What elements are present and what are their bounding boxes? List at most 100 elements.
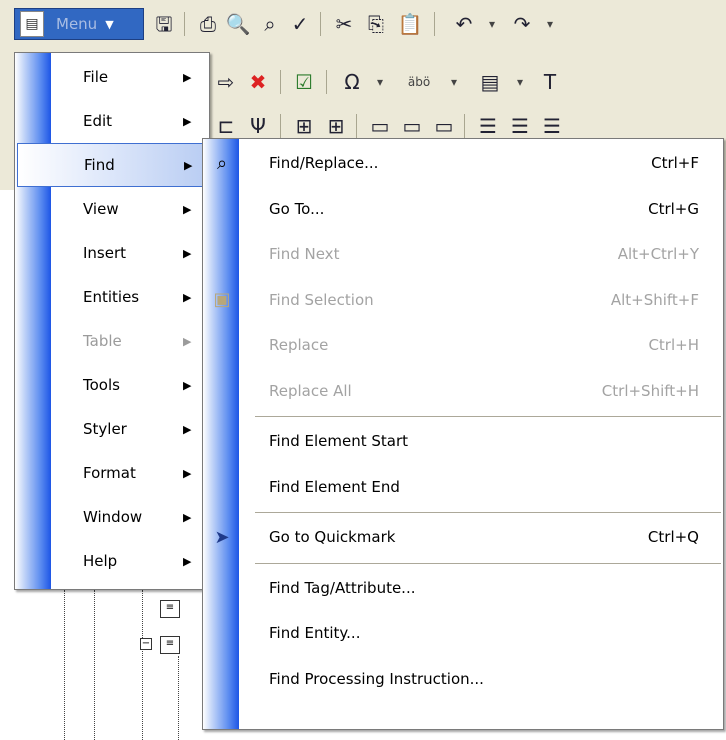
submenu-item-replace: Replace Ctrl+H xyxy=(203,323,723,367)
paste-icon[interactable]: 📋 xyxy=(396,10,424,38)
menu-item-format[interactable]: Format ▶ xyxy=(15,451,209,495)
table2-icon[interactable]: ⊞ xyxy=(322,112,350,140)
special-chars-icon[interactable]: äbö xyxy=(398,68,440,96)
menu-item-label: Insert xyxy=(83,244,127,262)
redo-dropdown-icon[interactable]: ▾ xyxy=(536,10,564,38)
shortcut-text: Alt+Shift+F xyxy=(610,290,699,309)
menu-item-label: Window xyxy=(83,508,143,526)
table-icon[interactable]: ⊞ xyxy=(290,112,318,140)
shortcut-text: Ctrl+Shift+H xyxy=(601,381,699,400)
toolbar-separator xyxy=(464,114,465,138)
shortcut-text: Ctrl+Q xyxy=(647,528,699,546)
submenu-arrow-icon: ▶ xyxy=(183,71,192,84)
submenu-item-go-to[interactable]: Go To... Ctrl+G xyxy=(203,187,723,231)
print-icon[interactable]: ⎙ xyxy=(194,10,222,38)
submenu-item-label: Find Element End xyxy=(269,477,400,496)
submenu-arrow-icon: ▶ xyxy=(183,555,192,568)
document-dropdown-icon[interactable]: ▾ xyxy=(506,68,534,96)
find-selection-icon: ▣ xyxy=(213,289,231,310)
shortcut-text: Ctrl+F xyxy=(651,154,699,172)
toolbar-separator xyxy=(280,114,281,138)
menu-item-tools[interactable]: Tools ▶ xyxy=(15,363,209,407)
join-icon[interactable]: Ψ xyxy=(244,112,272,140)
justify-icon[interactable]: ☰ xyxy=(474,112,502,140)
submenu-item-label: Find Next xyxy=(269,245,340,263)
menu-item-insert[interactable]: Insert ▶ xyxy=(15,231,209,275)
binoculars-icon: ⌕ xyxy=(216,152,228,174)
menu-item-find[interactable]: Find ▶ xyxy=(17,143,207,187)
tree-line xyxy=(178,656,179,740)
insert-element-icon[interactable]: ⇨ xyxy=(212,68,240,96)
menu-button[interactable]: ▤ Menu ▼ xyxy=(14,8,144,40)
document-icon: ▤ xyxy=(20,11,44,37)
menu-item-help[interactable]: Help ▶ xyxy=(15,539,209,583)
menu-item-label: Styler xyxy=(83,420,127,438)
symbol-omega-icon[interactable]: Ω xyxy=(338,68,366,96)
redo-icon[interactable]: ↷ xyxy=(508,10,536,38)
submenu-item-label: Find Element Start xyxy=(269,432,409,450)
menu-item-label: Edit xyxy=(83,112,113,130)
quickmark-icon: ➤ xyxy=(214,526,230,548)
menu-item-label: Help xyxy=(83,552,118,570)
menu-item-label: Table xyxy=(83,332,122,350)
menu-item-label: Find xyxy=(84,156,115,174)
tree-line xyxy=(142,590,143,740)
submenu-item-find-entity[interactable]: Find Entity... xyxy=(203,611,723,655)
copy-icon[interactable]: ⎘ xyxy=(362,10,390,38)
justify2-icon[interactable]: ☰ xyxy=(506,112,534,140)
toolbar-separator xyxy=(326,70,327,94)
undo-dropdown-icon[interactable]: ▾ xyxy=(478,10,506,38)
omega-dropdown-icon[interactable]: ▾ xyxy=(366,68,394,96)
delete-element-icon[interactable]: ✖ xyxy=(244,68,272,96)
align-left-icon[interactable]: ▭ xyxy=(366,112,394,140)
shortcut-text: Ctrl+H xyxy=(648,336,699,354)
submenu-item-find-element-end[interactable]: Find Element End xyxy=(203,465,723,509)
tree-node-icon[interactable]: ≡ xyxy=(160,636,180,654)
shortcut-text: Ctrl+G xyxy=(648,199,699,218)
submenu-item-find-processing-instruction[interactable]: Find Processing Instruction... xyxy=(203,657,723,701)
menu-item-entities[interactable]: Entities ▶ xyxy=(15,275,209,319)
toolbar-separator xyxy=(356,114,357,138)
submenu-item-find-tag-attribute[interactable]: Find Tag/Attribute... xyxy=(203,566,723,610)
menu-item-label: Format xyxy=(83,464,136,482)
toolbar-separator xyxy=(184,12,185,36)
spellcheck-icon[interactable]: ✓ xyxy=(286,10,314,38)
shortcut-text: Alt+Ctrl+Y xyxy=(617,245,699,263)
menu-item-edit[interactable]: Edit ▶ xyxy=(15,99,209,143)
tree-line xyxy=(94,590,95,740)
align-center-icon[interactable]: ▭ xyxy=(398,112,426,140)
justify3-icon[interactable]: ☰ xyxy=(538,112,566,140)
validate-icon[interactable]: ☑ xyxy=(290,68,318,96)
tree-node-icon[interactable]: ≡ xyxy=(160,600,180,618)
submenu-arrow-icon: ▶ xyxy=(183,335,192,348)
submenu-arrow-icon: ▶ xyxy=(183,203,192,216)
split-icon[interactable]: ⊏ xyxy=(212,112,240,140)
menu-item-window[interactable]: Window ▶ xyxy=(15,495,209,539)
save-icon[interactable]: 🖫 xyxy=(150,10,178,38)
tree-collapse-icon[interactable]: − xyxy=(140,638,152,650)
text-tag-icon[interactable]: T xyxy=(536,68,564,96)
submenu-item-label: Find Entity... xyxy=(269,624,361,642)
undo-icon[interactable]: ↶ xyxy=(450,10,478,38)
submenu-item-label: Go To... xyxy=(269,199,325,218)
submenu-item-go-to-quickmark[interactable]: ➤ Go to Quickmark Ctrl+Q xyxy=(203,515,723,559)
special-chars-dropdown-icon[interactable]: ▾ xyxy=(440,68,468,96)
tree-line xyxy=(64,590,65,740)
submenu-arrow-icon: ▶ xyxy=(184,159,193,172)
print-preview-icon[interactable]: 🔍 xyxy=(224,10,252,38)
document-icon[interactable]: ▤ xyxy=(476,68,504,96)
submenu-item-find-replace[interactable]: ⌕ Find/Replace... Ctrl+F xyxy=(203,141,723,185)
submenu-item-find-element-start[interactable]: Find Element Start xyxy=(203,419,723,463)
menu-item-styler[interactable]: Styler ▶ xyxy=(15,407,209,451)
submenu-item-label: Find/Replace... xyxy=(269,154,379,172)
submenu-item-label: Replace xyxy=(269,336,329,354)
menu-item-file[interactable]: File ▶ xyxy=(15,55,209,99)
submenu-arrow-icon: ▶ xyxy=(183,379,192,392)
chevron-down-icon: ▼ xyxy=(105,17,114,31)
menu-item-view[interactable]: View ▶ xyxy=(15,187,209,231)
cut-icon[interactable]: ✂ xyxy=(330,10,358,38)
toolbar-separator xyxy=(280,70,281,94)
align-bottom-icon[interactable]: ▭ xyxy=(430,112,458,140)
submenu-arrow-icon: ▶ xyxy=(183,291,192,304)
find-binoculars-icon[interactable]: ⌕ xyxy=(256,10,284,38)
